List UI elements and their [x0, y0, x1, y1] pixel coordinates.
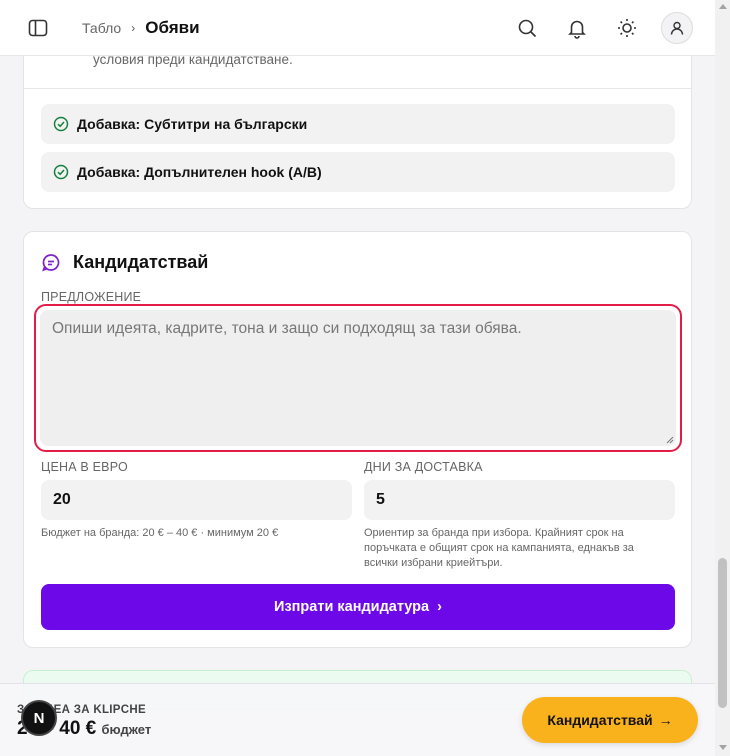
days-input[interactable]: 5 [364, 480, 675, 520]
sidebar-toggle-icon[interactable] [27, 17, 49, 39]
budget-suffix: бюджет [101, 722, 152, 737]
check-circle-icon [53, 164, 69, 180]
proposal-label: ПРЕДЛОЖЕНИЕ [41, 290, 142, 304]
cta-label: Кандидатствай [547, 712, 653, 728]
addon-item: Добавка: Субтитри на български [41, 104, 675, 144]
bell-icon[interactable] [566, 17, 588, 39]
user-icon [670, 21, 684, 35]
price-input[interactable]: 20 [41, 480, 352, 520]
scrollbar-thumb[interactable] [718, 558, 727, 708]
nextjs-badge-icon[interactable]: N [21, 700, 57, 736]
apply-title: Кандидатствай [73, 252, 209, 272]
chevron-right-icon: › [131, 21, 136, 35]
addon-item: Добавка: Допълнителен hook (A/B) [41, 152, 675, 192]
submit-label: Изпрати кандидатура [274, 599, 430, 615]
page-title: Обяви [145, 18, 200, 37]
breadcrumb: Табло › Обяви [82, 18, 200, 38]
requirements-card: условия преди кандидатстване. Добавка: С… [23, 40, 692, 209]
chat-icon [42, 253, 60, 271]
addon-label: Добавка: Допълнителен hook (A/B) [77, 164, 322, 180]
check-circle-icon [53, 116, 69, 132]
apply-cta-button[interactable]: Кандидатствай → [522, 697, 698, 743]
apply-header: Кандидатствай [41, 252, 208, 273]
proposal-textarea[interactable]: Опиши идеята, кадрите, тона и защо си по… [40, 310, 676, 446]
resize-handle-icon[interactable] [666, 436, 674, 444]
apply-card: Кандидатствай ПРЕДЛОЖЕНИЕ Опиши идеята, … [23, 231, 692, 648]
breadcrumb-dashboard[interactable]: Табло [82, 20, 121, 36]
scroll-up-icon[interactable] [719, 4, 727, 9]
divider [24, 88, 691, 89]
chevron-right-icon: › [437, 599, 442, 615]
submit-application-button[interactable]: Изпрати кандидатура › [41, 584, 675, 630]
top-bar: Табло › Обяви [0, 0, 715, 56]
user-avatar[interactable] [661, 12, 693, 44]
scroll-down-icon[interactable] [719, 745, 727, 750]
proposal-focus-ring: Опиши идеята, кадрите, тона и защо си по… [34, 304, 682, 452]
search-icon[interactable] [516, 17, 538, 39]
price-label: ЦЕНА В ЕВРО [41, 460, 128, 474]
price-hint: Бюджет на бранда: 20 € – 40 € · минимум … [41, 527, 279, 539]
sun-icon[interactable] [616, 17, 638, 39]
days-hint: Ориентир за бранда при избора. Крайният … [364, 527, 634, 569]
addon-label: Добавка: Субтитри на български [77, 116, 308, 132]
days-label: ДНИ ЗА ДОСТАВКА [364, 460, 483, 474]
proposal-placeholder: Опиши идеята, кадрите, тона и защо си по… [52, 320, 522, 337]
arrow-right-icon: → [658, 712, 673, 728]
bottom-action-bar: ЗА ИДЕА ЗА KLIPCHE 20 – 40 € бюджет N Ка… [0, 683, 715, 756]
